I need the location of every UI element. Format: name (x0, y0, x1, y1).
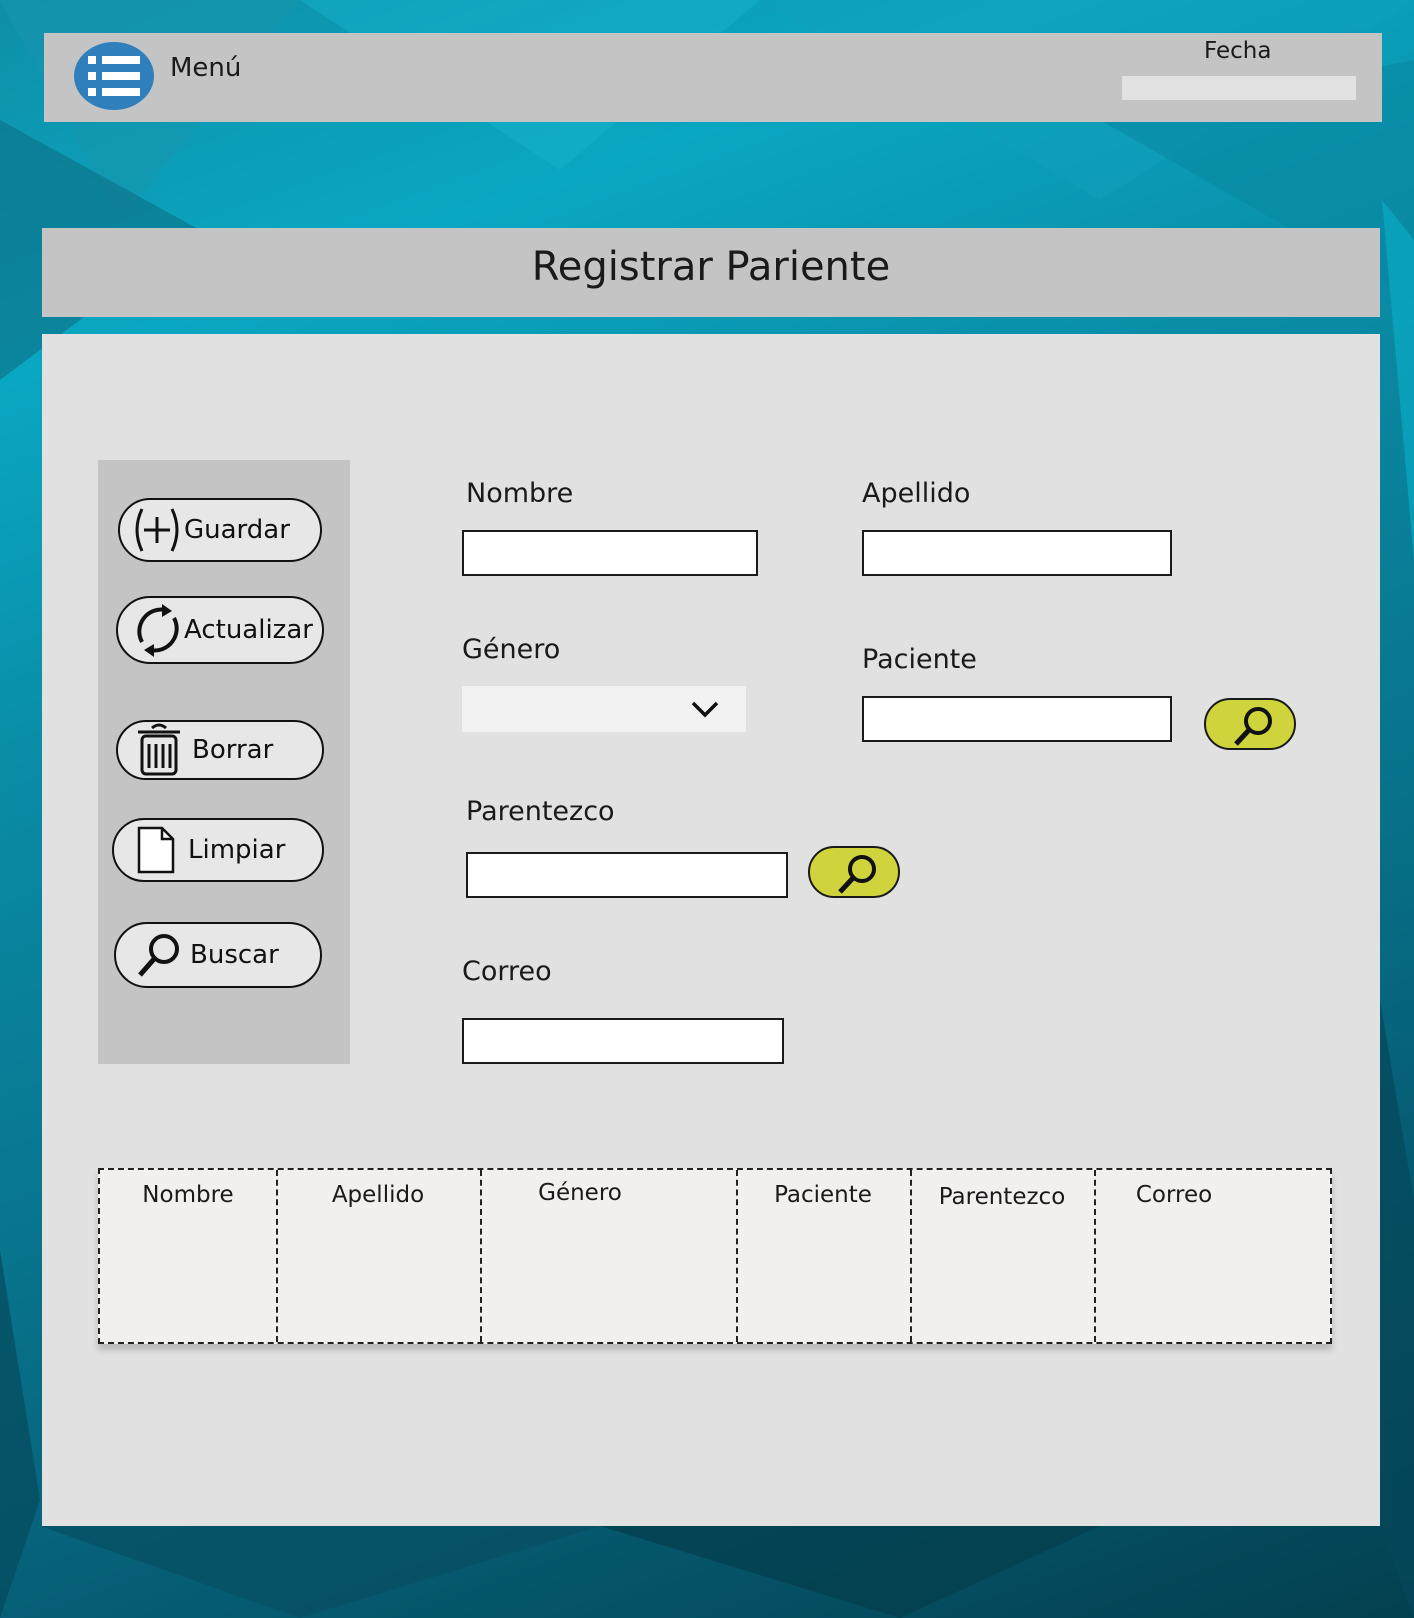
genero-label: Género (462, 634, 561, 665)
search-icon (138, 934, 179, 977)
parentezco-input[interactable] (466, 852, 788, 898)
menu-label[interactable]: Menú (170, 53, 241, 83)
genero-select[interactable] (462, 686, 746, 732)
save-button[interactable]: Guardar (118, 498, 322, 562)
date-label: Fecha (1204, 38, 1272, 64)
menu-button[interactable] (74, 42, 154, 110)
table-header-apellido[interactable]: Apellido (276, 1182, 480, 1208)
table-header-parentezco[interactable]: Parentezco (910, 1184, 1094, 1210)
apellido-input[interactable] (862, 530, 1172, 576)
results-table: Nombre Apellido Género Paciente Parentez… (98, 1168, 1332, 1344)
correo-input[interactable] (462, 1018, 784, 1064)
paciente-label: Paciente (862, 644, 977, 675)
search-button[interactable]: Buscar (114, 922, 322, 988)
parentezco-search-button[interactable] (808, 846, 900, 898)
refresh-icon (137, 604, 179, 657)
parentezco-label: Parentezco (466, 796, 615, 827)
search-icon (838, 855, 876, 894)
table-header-correo[interactable]: Correo (1094, 1182, 1254, 1208)
delete-button[interactable]: Borrar (116, 720, 324, 780)
nombre-label: Nombre (466, 478, 574, 509)
table-header-genero[interactable]: Género (480, 1180, 680, 1206)
plus-circle-icon (135, 508, 179, 552)
list-icon (88, 56, 140, 96)
search-icon (1234, 707, 1272, 746)
update-button-label: Actualizar (184, 615, 313, 645)
apellido-label: Apellido (862, 478, 971, 509)
paciente-input[interactable] (862, 696, 1172, 742)
page-title: Registrar Pariente (531, 244, 891, 290)
date-field[interactable] (1122, 76, 1356, 100)
correo-label: Correo (462, 956, 552, 987)
table-header-paciente[interactable]: Paciente (736, 1182, 910, 1208)
search-button-label: Buscar (190, 940, 279, 970)
table-header-nombre[interactable]: Nombre (100, 1182, 276, 1208)
save-button-label: Guardar (184, 515, 290, 545)
document-icon (137, 826, 175, 874)
nombre-input[interactable] (462, 530, 758, 576)
clear-button[interactable]: Limpiar (112, 818, 324, 882)
update-button[interactable]: Actualizar (116, 596, 324, 664)
paciente-search-button[interactable] (1204, 698, 1296, 750)
trash-icon (138, 723, 180, 776)
chevron-down-icon (691, 701, 719, 718)
delete-button-label: Borrar (192, 735, 274, 765)
clear-button-label: Limpiar (188, 835, 286, 865)
